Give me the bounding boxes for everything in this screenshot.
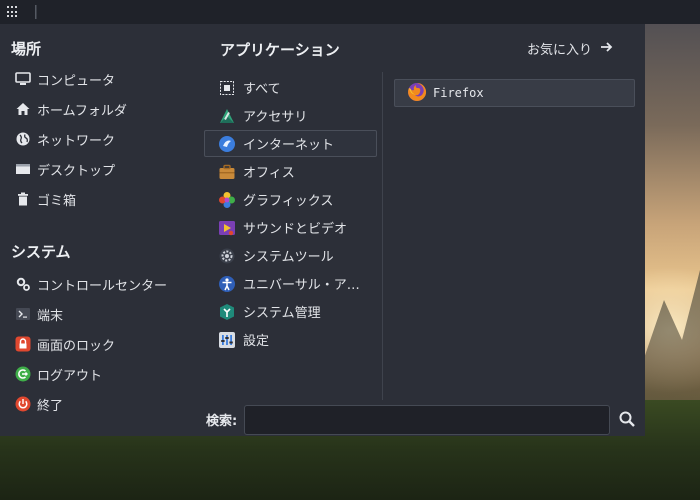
column-divider xyxy=(382,72,383,400)
system-item-label: コントロールセンター xyxy=(37,278,168,294)
category-office[interactable]: オフィス xyxy=(204,158,377,185)
internet-icon xyxy=(217,134,237,154)
power-icon xyxy=(15,396,31,412)
accessibility-icon xyxy=(217,274,237,294)
firefox-icon xyxy=(407,82,427,105)
place-item-label: ゴミ箱 xyxy=(37,193,77,209)
place-item-network[interactable]: ネットワーク xyxy=(15,128,115,150)
category-label: オフィス xyxy=(243,166,295,181)
desktop-icon xyxy=(15,161,31,177)
trash-icon xyxy=(15,191,31,207)
place-item-trash[interactable]: ゴミ箱 xyxy=(15,188,76,210)
all-apps-icon xyxy=(217,78,237,98)
application-menu: 場所 コンピュータ ホームフォルダ ネットワーク デスクトップ ゴミ箱 システム… xyxy=(0,24,645,436)
system-item-lock-screen[interactable]: 画面のロック xyxy=(15,333,115,355)
category-multimedia[interactable]: サウンドとビデオ xyxy=(204,214,377,241)
search-label: 検索: xyxy=(206,414,238,429)
place-item-label: ホームフォルダ xyxy=(37,103,127,119)
graphics-icon xyxy=(217,190,237,210)
network-icon xyxy=(15,131,31,147)
app-item-label: Firefox xyxy=(433,86,484,100)
system-item-label: ログアウト xyxy=(37,368,103,384)
logout-icon xyxy=(15,366,31,382)
panel-separator xyxy=(35,5,37,19)
system-item-control-center[interactable]: コントロールセンター xyxy=(15,273,167,295)
category-graphics[interactable]: グラフィックス xyxy=(204,186,377,213)
applications-title: アプリケーション xyxy=(220,41,340,59)
lock-icon xyxy=(15,336,31,352)
category-label: インターネット xyxy=(243,138,335,153)
system-item-terminal[interactable]: 端末 xyxy=(15,303,63,325)
computer-icon xyxy=(15,71,31,87)
category-system-tools[interactable]: システムツール xyxy=(204,242,377,269)
settings-icon xyxy=(217,330,237,350)
system-item-label: 画面のロック xyxy=(37,338,116,354)
place-item-label: ネットワーク xyxy=(37,133,116,149)
category-label: サウンドとビデオ xyxy=(243,222,348,237)
category-label: システム管理 xyxy=(243,306,321,321)
top-panel xyxy=(0,0,700,24)
category-label: アクセサリ xyxy=(243,110,308,125)
places-title: 場所 xyxy=(11,40,42,58)
arrow-right-icon xyxy=(600,41,613,57)
system-item-shutdown[interactable]: 終了 xyxy=(15,393,63,415)
favorites-label: お気に入り xyxy=(527,43,593,58)
app-item-firefox[interactable]: Firefox xyxy=(394,79,635,107)
app-menu-grid-icon[interactable] xyxy=(7,6,19,18)
system-tools-icon xyxy=(217,246,237,266)
place-item-label: デスクトップ xyxy=(37,163,116,179)
system-item-label: 終了 xyxy=(37,398,64,414)
places-column: 場所 コンピュータ ホームフォルダ ネットワーク デスクトップ ゴミ箱 システム… xyxy=(0,24,200,436)
office-icon xyxy=(217,162,237,182)
category-universal-access[interactable]: ユニバーサル・ア… xyxy=(204,270,377,297)
home-icon xyxy=(15,101,31,117)
category-label: グラフィックス xyxy=(243,194,334,209)
terminal-icon xyxy=(15,306,31,322)
favorites-button[interactable]: お気に入り xyxy=(527,39,613,58)
accessories-icon xyxy=(217,106,237,126)
search-icon[interactable] xyxy=(618,410,636,428)
control-center-icon xyxy=(15,276,31,292)
system-title: システム xyxy=(11,243,71,261)
category-label: 設定 xyxy=(243,334,270,349)
system-item-logout[interactable]: ログアウト xyxy=(15,363,102,385)
category-all[interactable]: すべて xyxy=(204,74,377,101)
category-accessories[interactable]: アクセサリ xyxy=(204,102,377,129)
administration-icon xyxy=(217,302,237,322)
category-label: ユニバーサル・ア… xyxy=(243,278,360,293)
place-item-desktop[interactable]: デスクトップ xyxy=(15,158,115,180)
category-label: すべて xyxy=(243,82,281,97)
category-administration[interactable]: システム管理 xyxy=(204,298,377,325)
place-item-label: コンピュータ xyxy=(37,73,116,89)
search-input[interactable] xyxy=(244,405,610,435)
place-item-home[interactable]: ホームフォルダ xyxy=(15,98,127,120)
system-item-label: 端末 xyxy=(37,308,64,324)
category-settings[interactable]: 設定 xyxy=(204,326,377,353)
place-item-computer[interactable]: コンピュータ xyxy=(15,68,115,90)
multimedia-icon xyxy=(217,218,237,238)
category-internet[interactable]: インターネット xyxy=(204,130,377,157)
category-label: システムツール xyxy=(243,250,334,265)
